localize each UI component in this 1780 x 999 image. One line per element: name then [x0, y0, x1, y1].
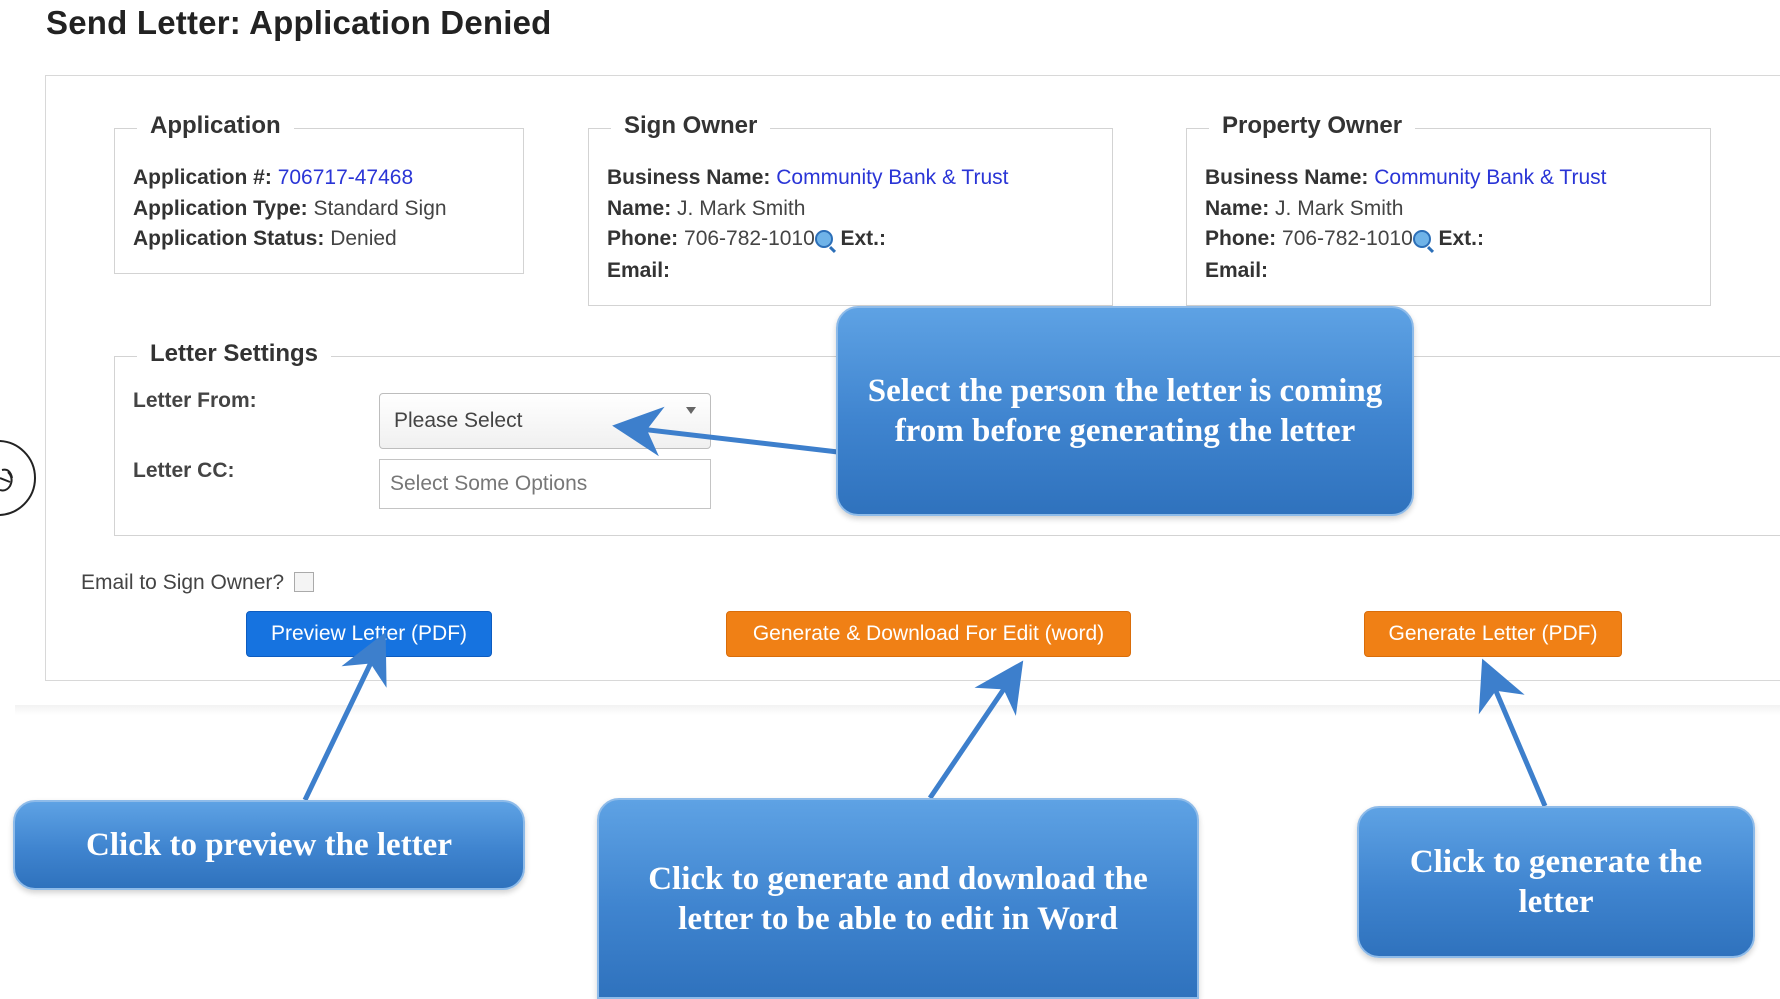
- chevron-down-icon: [686, 407, 696, 414]
- property-owner-legend: Property Owner: [1209, 112, 1416, 140]
- hand-cursor-icon: [0, 468, 13, 492]
- property-owner-name-row: Name: J. Mark Smith: [1205, 197, 1403, 221]
- application-legend: Application: [137, 112, 294, 140]
- callout-preview: Click to preview the letter: [13, 800, 525, 890]
- sign-owner-email-row: Email:: [607, 259, 670, 283]
- page-title: Send Letter: Application Denied: [46, 4, 552, 41]
- letter-from-label: Letter From:: [133, 389, 257, 412]
- letter-settings-legend: Letter Settings: [137, 340, 332, 368]
- sign-owner-email-label: Email:: [607, 259, 671, 282]
- sign-owner-phone-value: 706-782-1010: [684, 227, 815, 250]
- sign-owner-business-label: Business Name:: [607, 166, 771, 189]
- application-number-link[interactable]: 706717-47468: [278, 166, 413, 189]
- email-sign-owner-row: Email to Sign Owner?: [81, 571, 314, 595]
- property-owner-name-label: Name:: [1205, 197, 1270, 220]
- sign-owner-ext-label: Ext.:: [840, 227, 886, 250]
- letter-cc-input[interactable]: Select Some Options: [379, 459, 711, 509]
- property-owner-phone-row: Phone: 706-782-1010 Ext.:: [1205, 227, 1484, 251]
- sign-owner-business-link[interactable]: Community Bank & Trust: [776, 166, 1008, 189]
- application-status-value: Denied: [330, 227, 397, 250]
- letter-from-select[interactable]: Please Select: [379, 393, 711, 449]
- application-status-label: Application Status:: [133, 227, 325, 250]
- callout-letter-from: Select the person the letter is coming f…: [836, 306, 1414, 516]
- sign-owner-phone-row: Phone: 706-782-1010 Ext.:: [607, 227, 886, 251]
- sign-owner-legend: Sign Owner: [611, 112, 771, 140]
- callout-generate-word: Click to generate and download the lette…: [597, 798, 1199, 999]
- generate-pdf-arrow: [1478, 658, 1548, 807]
- sign-owner-name-value: J. Mark Smith: [677, 197, 806, 220]
- property-owner-email-label: Email:: [1205, 259, 1269, 282]
- application-type-label: Application Type:: [133, 197, 308, 220]
- callout-generate-pdf: Click to generate the letter: [1357, 806, 1755, 958]
- property-owner-business-row: Business Name: Community Bank & Trust: [1205, 166, 1607, 190]
- application-fieldset: Application Application #: 706717-47468 …: [114, 112, 524, 274]
- application-type-value: Standard Sign: [313, 197, 447, 220]
- letter-cc-placeholder: Select Some Options: [390, 472, 588, 495]
- property-owner-email-row: Email:: [1205, 259, 1268, 283]
- phone-lookup-icon[interactable]: [814, 230, 833, 248]
- property-owner-name-value: J. Mark Smith: [1275, 197, 1404, 220]
- side-widget[interactable]: [0, 440, 36, 516]
- panel-divider: [15, 705, 1780, 715]
- email-sign-owner-checkbox[interactable]: [293, 572, 314, 592]
- sign-owner-business-row: Business Name: Community Bank & Trust: [607, 166, 1009, 190]
- email-sign-owner-label: Email to Sign Owner?: [81, 571, 285, 594]
- property-owner-fieldset: Property Owner Business Name: Community …: [1186, 112, 1711, 306]
- property-owner-business-label: Business Name:: [1205, 166, 1369, 189]
- application-type-row: Application Type: Standard Sign: [133, 197, 447, 221]
- generate-pdf-button[interactable]: Generate Letter (PDF): [1364, 611, 1622, 657]
- property-owner-phone-value: 706-782-1010: [1282, 227, 1413, 250]
- phone-lookup-icon[interactable]: [1412, 230, 1431, 248]
- sign-owner-name-label: Name:: [607, 197, 672, 220]
- letter-from-value: Please Select: [394, 409, 523, 432]
- application-number-label: Application #:: [133, 166, 272, 189]
- generate-word-arrow: [927, 660, 1024, 800]
- application-number-row: Application #: 706717-47468: [133, 166, 413, 190]
- sign-owner-fieldset: Sign Owner Business Name: Community Bank…: [588, 112, 1113, 306]
- generate-word-button[interactable]: Generate & Download For Edit (word): [726, 611, 1131, 657]
- preview-letter-button[interactable]: Preview Letter (PDF): [246, 611, 492, 657]
- property-owner-phone-label: Phone:: [1205, 227, 1277, 250]
- application-status-row: Application Status: Denied: [133, 227, 397, 251]
- property-owner-ext-label: Ext.:: [1438, 227, 1484, 250]
- sign-owner-name-row: Name: J. Mark Smith: [607, 197, 805, 221]
- sign-owner-phone-label: Phone:: [607, 227, 679, 250]
- property-owner-business-link[interactable]: Community Bank & Trust: [1374, 166, 1606, 189]
- letter-cc-label: Letter CC:: [133, 459, 235, 482]
